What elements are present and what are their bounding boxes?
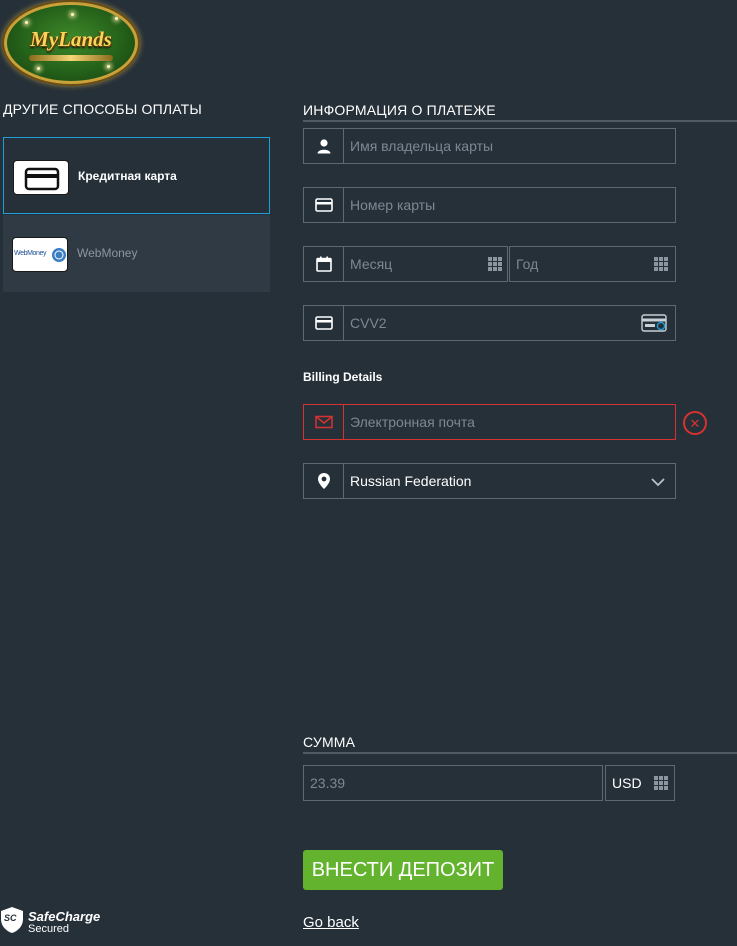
card-number-placeholder: Номер карты	[350, 197, 436, 213]
amount-title: СУММА	[303, 734, 356, 750]
currency-select-grid-icon[interactable]	[654, 776, 668, 790]
month-select-grid-icon[interactable]	[488, 257, 502, 271]
year-field[interactable]: Год	[509, 246, 676, 282]
safecharge-secured: Secured	[28, 923, 69, 935]
logo-text: MyLands	[30, 27, 112, 51]
logo-sparkle	[71, 13, 74, 16]
deposit-button[interactable]: ВНЕСТИ ДЕПОЗИТ	[303, 850, 503, 890]
safecharge-brand: SafeCharge	[28, 909, 101, 924]
email-placeholder: Электронная почта	[350, 414, 475, 430]
logo-sword-decoration	[29, 55, 113, 61]
country-select[interactable]: Russian Federation	[303, 463, 676, 499]
country-value: Russian Federation	[350, 473, 472, 489]
email-field[interactable]: Электронная почта	[303, 404, 676, 440]
billing-details-title: Billing Details	[303, 370, 383, 384]
card-icon	[304, 188, 344, 222]
chevron-down-icon[interactable]	[650, 475, 666, 493]
webmoney-logo: WebMoney	[12, 237, 68, 272]
payment-info-title: ИНФОРМАЦИЯ О ПЛАТЕЖЕ	[303, 102, 496, 118]
amount-input[interactable]: 23.39	[303, 765, 603, 801]
webmoney-logo-text: WebMoney	[14, 250, 47, 257]
year-select-grid-icon[interactable]	[654, 257, 668, 271]
logo-sparkle	[37, 67, 40, 70]
cvv-field[interactable]: CVV2	[303, 305, 676, 341]
payment-info-divider	[303, 120, 737, 122]
mylands-logo: MyLands	[4, 2, 138, 84]
other-methods-title: ДРУГИЕ СПОСОБЫ ОПЛАТЫ	[3, 101, 203, 117]
amount-divider	[303, 752, 737, 754]
user-icon	[304, 129, 344, 163]
logo-sparkle	[25, 21, 28, 24]
method-label: Кредитная карта	[78, 169, 177, 183]
month-placeholder: Месяц	[350, 256, 393, 272]
envelope-icon	[304, 405, 344, 439]
amount-value: 23.39	[310, 775, 346, 791]
email-error-icon: ✕	[683, 411, 707, 435]
logo-sparkle	[115, 17, 118, 20]
card-icon	[304, 306, 344, 340]
credit-card-icon	[13, 160, 69, 195]
safecharge-shield-letters: SC	[4, 913, 17, 923]
logo-sparkle	[107, 65, 110, 68]
method-webmoney[interactable]: WebMoney WebMoney	[3, 215, 270, 292]
location-pin-icon	[304, 464, 344, 498]
calendar-icon	[304, 247, 344, 281]
card-number-field[interactable]: Номер карты	[303, 187, 676, 223]
cardholder-field[interactable]: Имя владельца карты	[303, 128, 676, 164]
cardholder-placeholder: Имя владельца карты	[350, 138, 494, 154]
month-field[interactable]: Месяц	[303, 246, 508, 282]
cvv-help-icon[interactable]	[641, 314, 667, 332]
safecharge-badge: SC SafeCharge Secured	[0, 906, 120, 940]
method-credit-card[interactable]: Кредитная карта	[3, 137, 270, 214]
cvv-placeholder: CVV2	[350, 315, 387, 331]
method-label: WebMoney	[77, 246, 138, 260]
currency-select[interactable]: USD	[605, 765, 675, 801]
go-back-link[interactable]: Go back	[303, 914, 359, 931]
currency-value: USD	[612, 775, 642, 791]
year-placeholder: Год	[516, 256, 539, 272]
